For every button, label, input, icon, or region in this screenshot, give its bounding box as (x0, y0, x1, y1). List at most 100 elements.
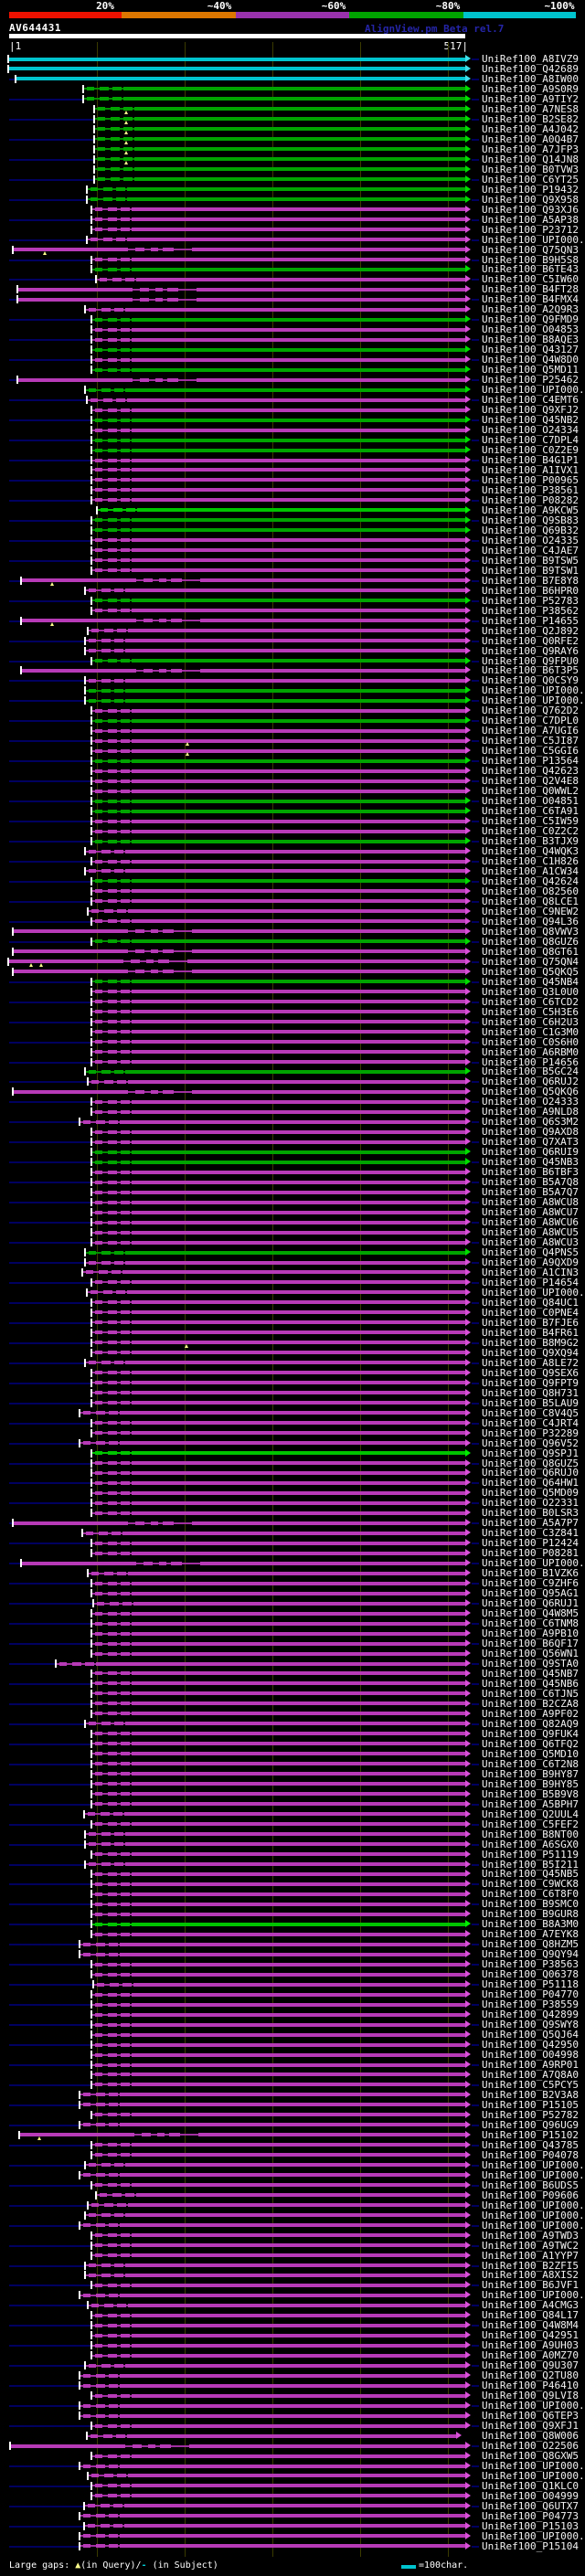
alignment-segment (108, 1210, 117, 1214)
alignment-segment (95, 1912, 102, 1916)
hit-row: UniRef100_UPI000.. (0, 2200, 585, 2210)
row-leader-line (9, 1663, 57, 1665)
alignment-segment (132, 939, 465, 944)
alignment-segment (121, 1500, 130, 1505)
hit-arrow-icon (465, 2231, 471, 2239)
alignment-segment (95, 1591, 102, 1595)
alignment-segment (132, 1200, 465, 1204)
row-trailer-line (472, 1281, 479, 1284)
alignment-segment (89, 849, 96, 853)
hit-arrow-icon (465, 386, 471, 394)
alignment-segment (163, 1089, 174, 1094)
alignment-segment (114, 1862, 123, 1866)
alignment-segment (95, 1490, 102, 1495)
alignment-segment (108, 1792, 117, 1797)
row-leader-line (9, 880, 92, 883)
alignment-segment (98, 137, 105, 142)
alignment-segment (89, 1361, 96, 1365)
hit-arrow-icon (465, 686, 471, 694)
hit-arrow-icon (465, 1258, 471, 1266)
alignment-segment (108, 488, 117, 493)
alignment-segment (108, 809, 117, 813)
alignment-segment (89, 2213, 96, 2218)
alignment-segment (132, 1030, 465, 1034)
alignment-segment (95, 2083, 102, 2087)
alignment-segment (114, 678, 123, 683)
row-leader-line (9, 2325, 92, 2327)
alignment-segment (128, 1571, 465, 1575)
alignment-segment (108, 1431, 117, 1436)
hit-arrow-icon (465, 175, 471, 183)
hit-arrow-icon (465, 1559, 471, 1567)
hit-arrow-icon (465, 726, 471, 735)
alignment-segment (96, 1661, 465, 1666)
hit-arrow-icon (465, 104, 471, 112)
alignment-segment (132, 1541, 465, 1545)
alignment-segment (120, 2103, 465, 2107)
alignment-segment (121, 2343, 130, 2348)
alignment-segment (95, 1129, 102, 1134)
hit-arrow-icon (465, 2170, 471, 2178)
hit-arrow-icon (465, 556, 471, 564)
hit-arrow-icon (465, 1067, 471, 1076)
alignment-segment (109, 1119, 118, 1124)
alignment-segment (83, 2544, 90, 2549)
row-trailer-line (472, 1222, 479, 1224)
alignment-segment (101, 678, 111, 683)
alignment-segment (89, 688, 96, 693)
alignment-segment (95, 1200, 102, 1204)
alignment-segment (89, 639, 96, 643)
alignment-segment (108, 2153, 117, 2157)
alignment-segment (132, 1772, 465, 1776)
alignment-segment (121, 2062, 130, 2067)
row-trailer-line (472, 559, 479, 562)
alignment-segment (95, 1611, 102, 1616)
hit-arrow-icon (465, 1499, 471, 1507)
alignment-segment (132, 1140, 465, 1144)
row-leader-line (9, 1863, 86, 1866)
alignment-segment (132, 327, 465, 332)
hit-arrow-icon (465, 857, 471, 864)
alignment-segment (132, 1000, 465, 1004)
alignment-segment (95, 408, 102, 412)
alignment-segment (132, 337, 465, 342)
alignment-segment (91, 1571, 99, 1575)
alignment-segment (132, 889, 465, 894)
row-trailer-line (472, 539, 479, 542)
hit-arrow-icon (465, 114, 471, 122)
hit-arrow-icon (465, 1178, 471, 1186)
alignment-segment (122, 1982, 132, 1987)
alignment-segment (108, 2253, 117, 2258)
row-leader-line (9, 1301, 92, 1304)
alignment-segment (83, 1952, 90, 1956)
hit-arrow-icon (465, 2030, 471, 2039)
alignment-segment (125, 688, 465, 693)
alignment-segment (96, 2123, 105, 2127)
hit-arrow-icon (465, 576, 471, 584)
hit-arrow-icon (465, 205, 471, 213)
alignment-segment (96, 1952, 105, 1956)
row-leader-line (9, 1362, 86, 1364)
alignment-segment (121, 1852, 130, 1857)
alignment-segment (135, 970, 144, 974)
alignment-segment (121, 809, 130, 813)
hit-arrow-icon (465, 1077, 471, 1086)
row-trailer-line (472, 2164, 479, 2167)
hit-arrow-icon (465, 535, 471, 544)
row-leader-line (9, 239, 88, 241)
alignment-segment (108, 939, 117, 944)
alignment-segment (132, 2042, 465, 2047)
alignment-segment (120, 2173, 465, 2178)
alignment-segment (116, 1290, 125, 1295)
row-leader-line (9, 2244, 92, 2247)
alignment-segment (132, 1230, 465, 1235)
alignment-segment (144, 578, 153, 583)
alignment-segment (132, 428, 465, 432)
row-leader-line (9, 1262, 86, 1264)
alignment-segment (95, 899, 102, 904)
alignment-segment (18, 287, 133, 292)
hit-row: UniRef100_Q2J892 (0, 626, 585, 636)
alignment-segment (132, 367, 465, 372)
row-leader-line (9, 2044, 92, 2047)
alignment-segment (135, 248, 144, 252)
